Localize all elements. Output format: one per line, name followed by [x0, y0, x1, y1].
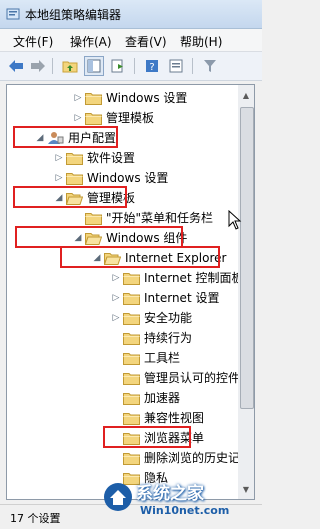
help-button[interactable]: ? [142, 56, 162, 76]
expand-arrow-icon[interactable]: ▷ [111, 268, 121, 288]
tree-item-label: 删除浏览的历史记录 [144, 451, 240, 465]
folder-icon [85, 91, 102, 105]
expand-arrow-icon[interactable]: ▷ [54, 148, 64, 168]
expand-arrow-icon[interactable]: ▷ [111, 288, 121, 308]
highlight-windows-components [15, 226, 183, 248]
expand-arrow-icon[interactable]: ▷ [111, 308, 121, 328]
up-folder-icon [62, 61, 78, 73]
menu-view[interactable]: 查看(V) [125, 33, 167, 50]
policy-tree[interactable]: ▷ Windows 设置 ▷ 管理模板 ◢ 用户配置 ▷ 软件设置 ▷ Windows 设置 ◢ 管理… [6, 84, 240, 500]
tree-item-label: 工具栏 [144, 351, 181, 365]
tree-item-label: 持续行为 [144, 331, 193, 345]
scroll-thumb[interactable] [240, 107, 254, 409]
tree-scrollbar[interactable]: ▲ ▼ [238, 84, 255, 500]
export-list-icon [111, 59, 123, 73]
folder-icon [123, 411, 140, 425]
help-icon: ? [146, 60, 158, 73]
status-text: 17 个设置 [10, 512, 61, 525]
tree-item[interactable]: ▷ Windows 设置 [7, 168, 239, 188]
filter-button[interactable] [200, 56, 220, 76]
watermark-url: Win10net.com [140, 504, 230, 517]
folder-icon [123, 331, 140, 345]
folder-icon [85, 111, 102, 125]
highlight-internet-explorer [60, 246, 220, 268]
tree-item[interactable]: ▷ Internet 设置 [7, 288, 239, 308]
tree-item-label: Windows 设置 [106, 91, 188, 105]
toolbar: ? [0, 52, 262, 81]
toolbar-separator [192, 58, 193, 74]
properties-icon [169, 59, 183, 73]
tree-item-label: Windows 设置 [87, 171, 169, 185]
up-button[interactable] [60, 56, 80, 76]
tree-item-label: Internet 控制面板 [144, 271, 240, 285]
expand-arrow-icon[interactable]: ▷ [73, 88, 83, 108]
highlight-browser-menu [103, 426, 191, 448]
folder-icon [85, 211, 102, 225]
tree-item[interactable]: 管理员认可的控件 [7, 368, 239, 388]
forward-arrow-icon [31, 60, 45, 72]
folder-icon [123, 391, 140, 405]
tree-item-label: Internet 设置 [144, 291, 220, 305]
tree-item[interactable]: 加速器 [7, 388, 239, 408]
policy-editor-icon [6, 8, 20, 20]
menu-help[interactable]: 帮助(H) [180, 33, 222, 50]
folder-icon [123, 351, 140, 365]
watermark-brand: 系统之家 [136, 484, 204, 504]
highlight-admin-templates [13, 186, 127, 208]
tree-item[interactable]: 兼容性视图 [7, 408, 239, 428]
tree-item[interactable]: 持续行为 [7, 328, 239, 348]
tree-item[interactable]: ▷ 管理模板 [7, 108, 239, 128]
folder-icon [123, 311, 140, 325]
tree-item-label: 兼容性视图 [144, 411, 205, 425]
tree-item[interactable]: "开始"菜单和任务栏 [7, 208, 239, 228]
tree-item-label: 软件设置 [87, 151, 136, 165]
tree-item-label: 安全功能 [144, 311, 193, 325]
back-arrow-icon [9, 60, 23, 72]
tree-item[interactable]: 删除浏览的历史记录 [7, 448, 239, 468]
highlight-user-config [13, 126, 118, 148]
back-button[interactable] [6, 56, 26, 76]
tree-item[interactable]: 工具栏 [7, 348, 239, 368]
expand-arrow-icon[interactable]: ▷ [54, 168, 64, 188]
toolbar-separator [134, 58, 135, 74]
watermark-house-icon [104, 483, 132, 511]
filter-icon [204, 60, 216, 72]
toolbar-separator [52, 58, 53, 74]
tree-item-label: 加速器 [144, 391, 181, 405]
folder-icon [66, 171, 83, 185]
tree-item[interactable]: ▷ Windows 设置 [7, 88, 239, 108]
mouse-cursor-icon [228, 210, 242, 230]
svg-text:?: ? [149, 62, 154, 73]
watermark-logo: 系统之家 Win10net.com [100, 477, 262, 527]
show-hide-tree-icon [87, 59, 101, 73]
tree-item-label: 管理员认可的控件 [144, 371, 240, 385]
export-list-button[interactable] [108, 56, 128, 76]
folder-icon [123, 271, 140, 285]
tree-item-label: 管理模板 [106, 111, 155, 125]
tree-item[interactable]: ▷ Internet 控制面板 [7, 268, 239, 288]
expand-arrow-icon[interactable]: ▷ [73, 108, 83, 128]
tree-item[interactable]: ▷ 软件设置 [7, 148, 239, 168]
folder-icon [123, 291, 140, 305]
title-bar: 本地组策略编辑器 [0, 0, 262, 29]
forward-button[interactable] [28, 56, 48, 76]
show-hide-tree-button[interactable] [84, 56, 104, 76]
menu-file[interactable]: 文件(F) [13, 33, 53, 50]
folder-icon [66, 151, 83, 165]
tree-item[interactable]: ▷ 安全功能 [7, 308, 239, 328]
folder-icon [123, 371, 140, 385]
window-title: 本地组策略编辑器 [25, 8, 122, 22]
menu-bar: 文件(F) 操作(A) 查看(V) 帮助(H) [0, 29, 262, 52]
properties-button[interactable] [166, 56, 186, 76]
menu-action[interactable]: 操作(A) [70, 33, 112, 50]
scroll-up-icon[interactable]: ▲ [238, 87, 254, 103]
folder-icon [123, 451, 140, 465]
tree-item-label: "开始"菜单和任务栏 [106, 211, 214, 225]
